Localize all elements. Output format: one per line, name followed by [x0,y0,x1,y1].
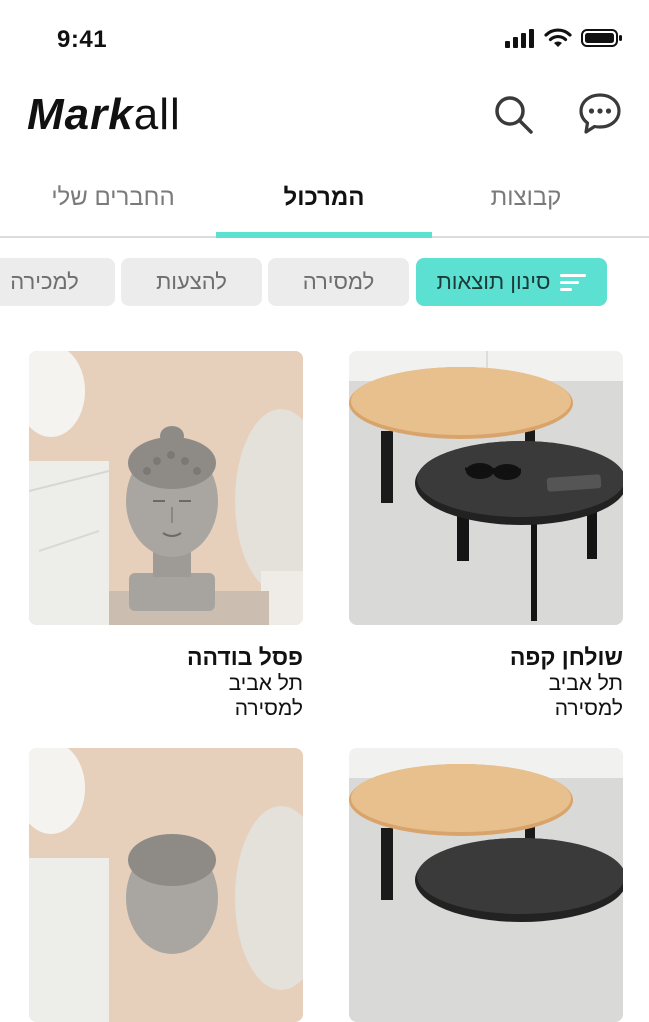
wifi-icon [544,28,572,47]
messages-button[interactable] [576,90,624,138]
listing-type: למסירה [234,697,303,720]
tab-marketplace[interactable]: המרכול [244,184,404,212]
search-icon [495,96,533,134]
listing-type: למסירה [554,697,623,720]
chip-for-sale[interactable]: למכירה [0,258,115,306]
app-logo: Markall [27,90,181,139]
listing-title: שולחן קפה [509,644,623,670]
chip-giveaway[interactable]: למסירה [268,258,409,306]
tab-my-friends[interactable]: החברים שלי [38,184,188,212]
listing-image-buddha-statue [29,351,303,625]
listing-card[interactable]: שולחן קפה תל אביב למסירה [349,351,623,721]
active-tab-indicator [216,232,432,238]
search-button[interactable] [489,90,537,138]
status-bar: 9:41 [0,0,649,80]
tab-bar: קבוצות המרכול החברים שלי [0,172,649,238]
listing-image-coffee-table [349,351,623,625]
filter-results-chip[interactable]: סינון תוצאות [416,258,607,306]
battery-icon [581,29,622,47]
app-header: Markall [0,80,649,160]
filter-results-label: סינון תוצאות [436,269,551,294]
filter-chip-row: סינון תוצאות למסירה להצעות למכירה [0,258,649,306]
status-time: 9:41 [57,26,108,53]
listing-city: תל אביב [548,672,623,695]
cellular-signal-icon [505,29,534,48]
listing-card[interactable]: פסל בודהה תל אביב למסירה [29,351,303,721]
listing-image-coffee-table [349,748,623,1022]
chat-bubble-icon [579,93,621,134]
tab-groups[interactable]: קבוצות [466,184,586,212]
listing-title: פסל בודהה [186,644,303,670]
filter-icon [560,272,587,292]
listing-city: תל אביב [228,672,303,695]
listing-image-buddha-statue [29,748,303,1022]
listing-card[interactable] [29,748,303,1022]
status-icons [505,28,623,48]
listing-card[interactable] [349,748,623,1022]
chip-offers[interactable]: להצעות [121,258,262,306]
